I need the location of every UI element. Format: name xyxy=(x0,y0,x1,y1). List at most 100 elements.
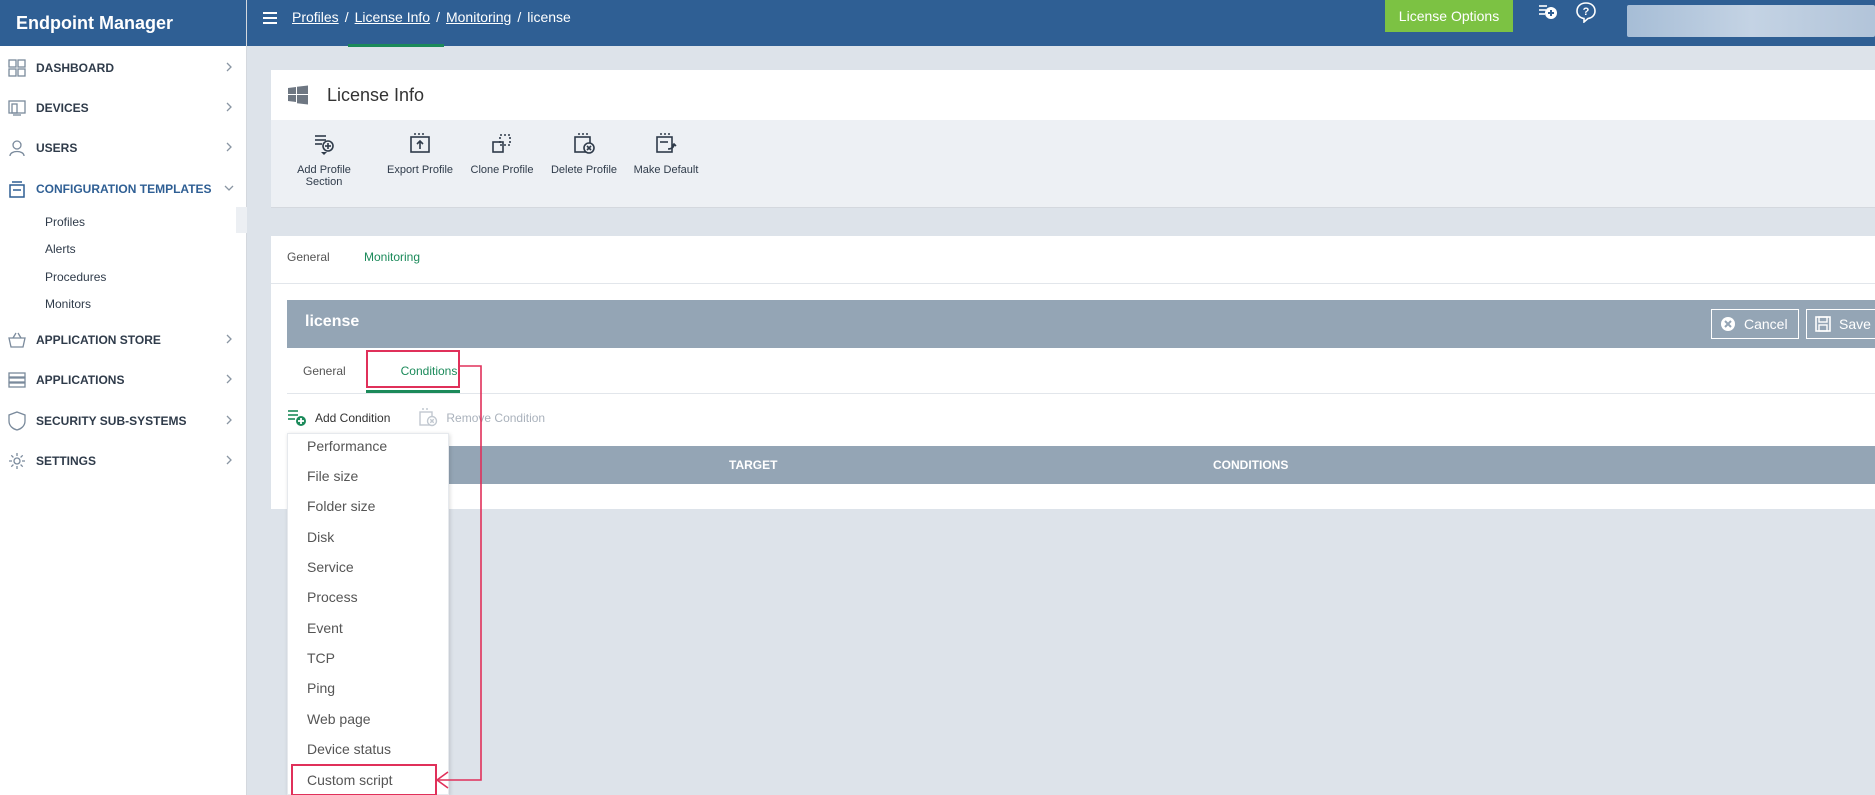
save-icon xyxy=(1815,316,1831,332)
chevron-down-icon xyxy=(224,185,234,191)
sidebar-subitem-alerts[interactable]: Alerts xyxy=(45,242,76,256)
sidebar-subitem-monitors[interactable]: Monitors xyxy=(45,297,91,311)
condition-type-menu: Performance File size Folder size Disk S… xyxy=(287,433,449,795)
column-target: TARGET xyxy=(729,458,778,472)
remove-condition-button[interactable]: Remove Condition xyxy=(418,408,545,428)
active-tab-indicator xyxy=(348,44,444,47)
page-header: License Info xyxy=(271,70,1875,120)
export-profile-button[interactable]: Export Profile xyxy=(385,132,455,176)
breadcrumb-license-info[interactable]: License Info xyxy=(355,9,431,25)
gear-icon xyxy=(7,451,27,471)
export-icon xyxy=(410,133,430,153)
remove-condition-label: Remove Condition xyxy=(446,411,546,425)
menu-item-ping[interactable]: Ping xyxy=(307,680,335,696)
sidebar-item-settings[interactable]: SETTINGS xyxy=(0,444,247,478)
profile-tabs: General Monitoring xyxy=(271,236,1875,284)
chevron-right-icon xyxy=(226,142,232,152)
delete-profile-button[interactable]: Delete Profile xyxy=(547,132,621,176)
sidebar-item-application-store[interactable]: APPLICATION STORE xyxy=(0,323,247,357)
menu-item-web-page[interactable]: Web page xyxy=(307,711,371,727)
app-title: Endpoint Manager xyxy=(0,0,246,46)
remove-condition-icon xyxy=(419,408,438,427)
delete-profile-label: Delete Profile xyxy=(550,164,618,176)
sidebar-item-security-sub-systems[interactable]: SECURITY SUB-SYSTEMS xyxy=(0,404,247,438)
clone-profile-label: Clone Profile xyxy=(470,164,534,176)
chevron-right-icon xyxy=(226,455,232,465)
sidebar-item-label: SECURITY SUB-SYSTEMS xyxy=(36,414,187,428)
shield-icon xyxy=(7,411,27,431)
sidebar-item-label: DASHBOARD xyxy=(36,61,114,75)
export-profile-label: Export Profile xyxy=(386,164,454,176)
dashboard-icon xyxy=(7,58,27,78)
sidebar-item-label: APPLICATION STORE xyxy=(36,333,161,347)
save-button[interactable]: Save xyxy=(1806,309,1875,339)
monitor-title: license xyxy=(305,313,360,330)
add-icon[interactable] xyxy=(1537,1,1559,23)
breadcrumb-profiles[interactable]: Profiles xyxy=(292,9,339,25)
windows-icon xyxy=(288,85,308,105)
active-subitem-marker xyxy=(236,207,247,233)
menu-item-performance[interactable]: Performance xyxy=(307,438,387,454)
add-condition-label: Add Condition xyxy=(315,411,391,425)
sidebar-item-label: SETTINGS xyxy=(36,454,97,468)
svg-text:?: ? xyxy=(1583,6,1590,18)
license-options-button[interactable]: License Options xyxy=(1385,0,1513,32)
top-bar: Profiles / License Info / Monitoring / l… xyxy=(247,0,1875,46)
chevron-right-icon xyxy=(226,334,232,344)
add-profile-section-button[interactable]: Add Profile Section xyxy=(295,132,353,188)
clone-profile-button[interactable]: Clone Profile xyxy=(467,132,537,176)
make-default-icon xyxy=(656,133,677,153)
profile-toolbar: Add Profile Section Export Profile Clone… xyxy=(271,120,1875,208)
make-default-label: Make Default xyxy=(633,164,699,176)
applications-icon xyxy=(7,370,27,390)
menu-item-event[interactable]: Event xyxy=(307,620,343,636)
hamburger-menu-icon[interactable] xyxy=(263,11,279,25)
menu-item-device-status[interactable]: Device status xyxy=(307,741,391,757)
menu-item-tcp[interactable]: TCP xyxy=(307,650,335,666)
clone-icon xyxy=(492,134,511,153)
cancel-button[interactable]: Cancel xyxy=(1711,309,1799,339)
sidebar-subitem-procedures[interactable]: Procedures xyxy=(45,270,106,284)
cancel-label: Cancel xyxy=(1744,316,1788,332)
breadcrumb: Profiles / License Info / Monitoring / l… xyxy=(292,9,571,25)
tab-general[interactable]: General xyxy=(287,250,330,264)
devices-icon xyxy=(7,98,27,118)
breadcrumb-separator: / xyxy=(436,9,440,25)
custom-script-highlight xyxy=(291,764,437,795)
menu-item-file-size[interactable]: File size xyxy=(307,468,358,484)
breadcrumb-separator: / xyxy=(344,9,349,25)
user-account-area[interactable] xyxy=(1627,5,1875,37)
user-icon xyxy=(7,138,27,158)
condition-actions: Add Condition Remove Condition xyxy=(287,407,573,429)
basket-icon xyxy=(7,330,27,350)
monitor-header: license Cancel Save xyxy=(287,300,1875,348)
sidebar-item-devices[interactable]: DEVICES xyxy=(0,91,247,125)
sidebar-subitem-profiles[interactable]: Profiles xyxy=(45,215,85,229)
chevron-right-icon xyxy=(226,62,232,72)
tab-monitoring[interactable]: Monitoring xyxy=(364,250,420,264)
menu-item-service[interactable]: Service xyxy=(307,559,354,575)
help-icon[interactable]: ? xyxy=(1575,1,1597,23)
delete-icon xyxy=(574,133,595,154)
breadcrumb-monitoring[interactable]: Monitoring xyxy=(446,9,511,25)
menu-item-process[interactable]: Process xyxy=(307,589,358,605)
sidebar-item-configuration-templates[interactable]: CONFIGURATION TEMPLATES xyxy=(0,172,247,206)
conditions-tab-indicator xyxy=(366,390,460,393)
sidebar-item-dashboard[interactable]: DASHBOARD xyxy=(0,51,247,85)
sidebar-item-label: APPLICATIONS xyxy=(36,373,125,387)
sidebar-item-label: CONFIGURATION TEMPLATES xyxy=(36,182,212,196)
menu-item-disk[interactable]: Disk xyxy=(307,529,334,545)
sidebar-item-users[interactable]: USERS xyxy=(0,131,247,165)
page-title: License Info xyxy=(327,84,425,105)
sidebar: Endpoint Manager DASHBOARD DEVICES USERS… xyxy=(0,0,247,795)
breadcrumb-separator: / xyxy=(517,9,522,25)
tab-monitor-general[interactable]: General xyxy=(303,364,346,378)
monitor-panel: license Cancel Save General Conditions A… xyxy=(271,284,1875,509)
column-conditions: CONDITIONS xyxy=(1213,458,1289,472)
add-condition-button[interactable]: Add Condition xyxy=(287,408,390,428)
menu-item-folder-size[interactable]: Folder size xyxy=(307,498,375,514)
add-condition-icon xyxy=(288,410,306,426)
sidebar-item-applications[interactable]: APPLICATIONS xyxy=(0,363,247,397)
conditions-tab-highlight xyxy=(366,350,460,388)
make-default-button[interactable]: Make Default xyxy=(630,132,702,176)
